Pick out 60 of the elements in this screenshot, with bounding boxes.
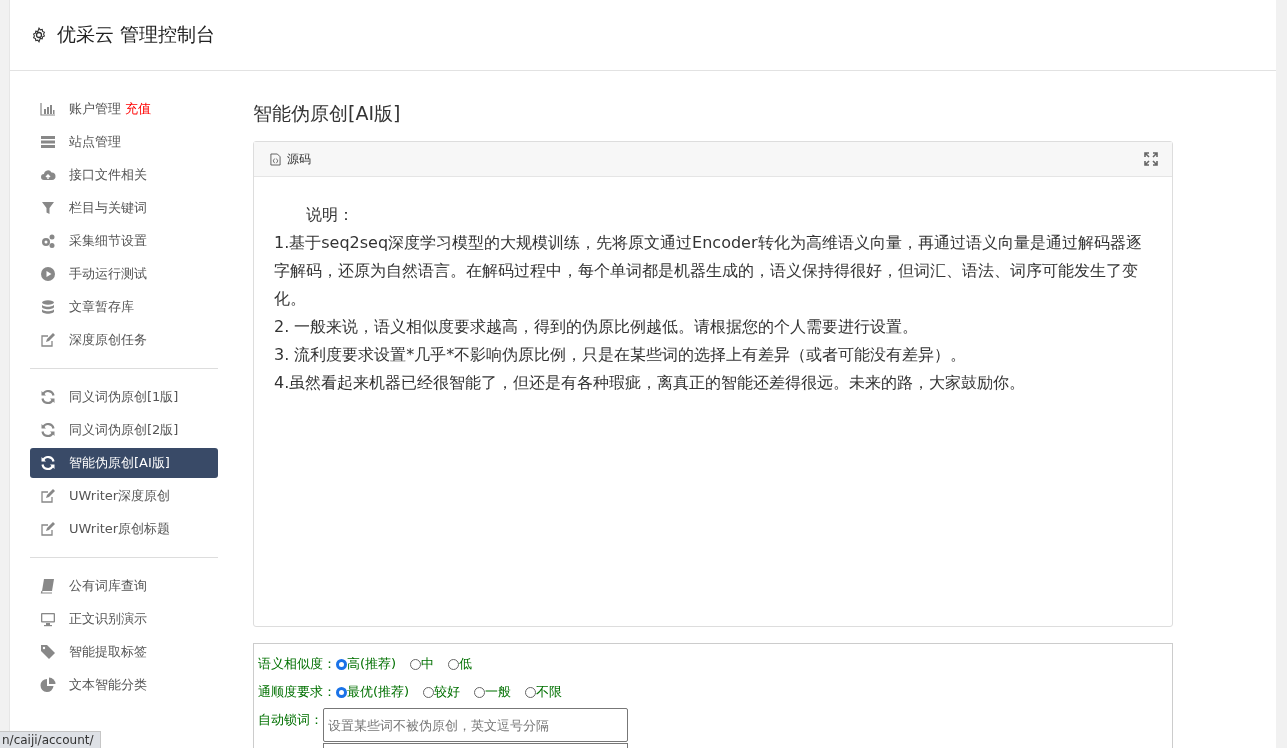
sidebar-item[interactable]: 智能提取标签 [30,637,218,667]
sidebar-item[interactable]: UWriter原创标题 [30,514,218,544]
fullscreen-icon[interactable] [1144,152,1158,166]
sidebar-item[interactable]: 文本智能分类 [30,670,218,700]
pie-chart-icon [40,677,56,693]
settings-icon [31,27,47,43]
status-url: n/caiji/account/ [0,731,101,748]
sidebar-item[interactable]: 站点管理 [30,127,218,157]
sidebar-item[interactable]: 公有词库查询 [30,571,218,601]
sidebar-item[interactable]: 同义词伪原创[2版] [30,415,218,445]
radio-button[interactable] [336,686,347,698]
gears-icon [40,233,56,249]
tag-icon [40,644,56,660]
cloud-upload-icon [40,167,56,183]
page-title: 智能伪原创[AI版] [253,101,402,126]
app-title: 优采云 管理控制台 [57,22,216,47]
sidebar-item[interactable]: 栏目与关键词 [30,193,218,223]
server-icon [40,134,56,150]
edit-icon [40,332,56,348]
refresh-icon [40,422,56,438]
monitor-icon [40,611,56,627]
radio-label: 不限 [536,683,563,701]
edit-icon [40,521,56,537]
note-paragraph: 4.虽然看起来机器已经很智能了，但还是有各种瑕疵，离真正的智能还差得很远。未来的路，大家鼓励你。 [274,372,1027,394]
sidebar-item[interactable]: 采集细节设置 [30,226,218,256]
refresh-icon [40,455,56,471]
field-label: 语义相似度： [258,655,336,673]
radio-label: 低 [459,655,473,673]
radio-label: 较好 [434,683,461,701]
radio-button[interactable] [336,658,347,670]
sidebar-item[interactable]: 手动运行测试 [30,259,218,289]
sidebar-item[interactable]: 智能伪原创[AI版] [30,448,218,478]
field-label: 通顺度要求： [258,683,336,701]
sidebar-item[interactable]: 接口文件相关 [30,160,218,190]
note-heading: 说明： [305,204,355,226]
field-label: 自动锁词： [258,711,323,729]
bar-chart-icon [40,101,56,117]
code-file-icon [270,152,281,166]
filter-icon [40,200,56,216]
note-paragraph: 3. 流利度要求设置*几乎*不影响伪原比例，只是在某些词的选择上有差异（或者可能没有差异）。 [274,344,968,366]
play-icon [40,266,56,282]
radio-label: 中 [421,655,435,673]
recharge-link[interactable]: 充值 [125,100,151,118]
note-paragraph: 1.基于seq2seq深度学习模型的大规模训练，先将原文通过Encoder转化为高维语义向量，再通过语义向量是通过解码器逐字解码，还原为自然语言。在解码过程中，每个单词都是机器生成的，语义保持得很好，但词汇、语法、词序可能发生了变化。 [274,232,1143,310]
radio-label: 高(推荐) [347,655,397,673]
sidebar-item[interactable]: 账户管理 充值 [30,94,218,124]
edit-icon [40,488,56,504]
database-icon [40,299,56,315]
note-paragraph: 2. 一般来说，语义相似度要求越高，得到的伪原比例越低。请根据您的个人需要进行设置。 [274,316,920,338]
sidebar-item[interactable]: UWriter深度原创 [30,481,218,511]
radio-label: 一般 [485,683,512,701]
sidebar-item[interactable]: 同义词伪原创[1版] [30,382,218,412]
refresh-icon [40,389,56,405]
input-field[interactable]: 设置某些词不被伪原创，英文逗号分隔 [323,708,628,742]
book-icon [40,578,56,594]
radio-label: 最优(推荐) [347,683,410,701]
source-button[interactable]: 源码 [268,148,313,170]
sidebar-item[interactable]: 深度原创任务 [30,325,218,355]
sidebar-item[interactable]: 正文识别演示 [30,604,218,634]
sidebar-item[interactable]: 文章暂存库 [30,292,218,322]
